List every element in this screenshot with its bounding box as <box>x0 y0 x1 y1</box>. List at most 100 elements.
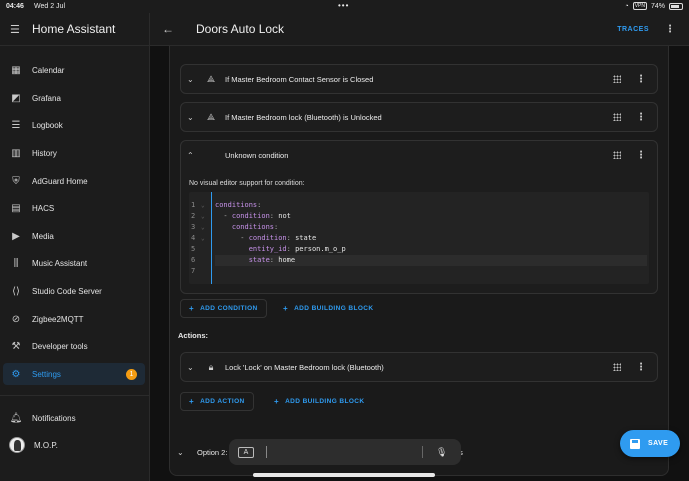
sidebar-item-label: Zigbee2MQTT <box>32 314 84 324</box>
sidebar-item-calendar[interactable]: ▦ Calendar <box>3 59 145 81</box>
back-arrow-icon[interactable]: ← <box>162 22 176 36</box>
code-line[interactable]: conditions: <box>215 200 647 211</box>
status-bar: 04:46 Wed 2 Jul ••• ◔ VPN 74% <box>0 0 689 13</box>
option-card: ⌄ ⟁ If Master Bedroom Contact Sensor is … <box>169 46 669 476</box>
fold-icon: ⌄ <box>201 235 205 242</box>
sidebar-item-grafana[interactable]: ◩ Grafana <box>3 87 145 109</box>
page-header: ← Doors Auto Lock TRACES ⋮ <box>150 13 689 46</box>
code-line[interactable]: conditions: <box>215 222 647 233</box>
actions-heading: Actions: <box>178 331 208 340</box>
code-line[interactable] <box>215 266 647 277</box>
condition-title: If Master Bedroom lock (Bluetooth) is Un… <box>225 112 382 122</box>
sidebar-item-label: Media <box>32 231 54 241</box>
drag-handle-icon[interactable] <box>613 75 621 83</box>
hammer-icon: ⚒ <box>11 340 21 352</box>
editor-cursor-bar <box>211 192 212 284</box>
sidebar-item-media[interactable]: ▶ Media <box>3 225 145 247</box>
plus-icon: + <box>189 397 195 406</box>
format-text-button[interactable]: A <box>238 446 254 458</box>
fold-icon: ⌄ <box>201 224 205 231</box>
more-menu-icon[interactable]: ⋮ <box>665 24 675 35</box>
list-icon: ☰ <box>11 119 21 131</box>
microphone-icon[interactable]: 🎙︎ <box>436 447 447 458</box>
sidebar-item-settings[interactable]: ⚙ Settings 1 <box>3 363 145 385</box>
line-number: 4 ⌄ <box>191 234 205 242</box>
line-number: 2 ⌄ <box>191 212 205 220</box>
multitask-dots[interactable]: ••• <box>338 1 349 10</box>
chevron-up-icon[interactable]: ⌃ <box>187 151 197 160</box>
condition-row[interactable]: ⌄ ⟁ If Master Bedroom lock (Bluetooth) i… <box>180 102 658 132</box>
sidebar-item-adguard[interactable]: ⛨ AdGuard Home <box>3 170 145 192</box>
sidebar-item-studio-code-server[interactable]: ⟨⟩ Studio Code Server <box>3 280 145 302</box>
sidebar-item-zigbee2mqtt[interactable]: ⊘ Zigbee2MQTT <box>3 308 145 330</box>
user-name: M.O.P. <box>34 440 58 450</box>
chevron-down-icon[interactable]: ⌄ <box>177 448 187 457</box>
media-icon: ▶ <box>12 230 20 242</box>
chart-icon: ◩ <box>11 92 21 104</box>
add-condition-button[interactable]: + ADD CONDITION <box>180 299 267 318</box>
avatar <box>9 437 25 453</box>
add-condition-label: ADD CONDITION <box>200 305 258 312</box>
chevron-down-icon[interactable]: ⌄ <box>187 75 197 84</box>
page-title: Doors Auto Lock <box>196 22 285 36</box>
code-line[interactable]: - condition: not <box>215 211 647 222</box>
status-date: Wed 2 Jul <box>34 3 65 10</box>
sidebar-item-label: Logbook <box>32 120 63 130</box>
drag-handle-icon[interactable] <box>613 363 621 371</box>
add-building-block-button[interactable]: + ADD BUILDING BLOCK <box>274 392 365 411</box>
sidebar-item-label: Settings <box>32 369 61 379</box>
add-action-button[interactable]: + ADD ACTION <box>180 392 254 411</box>
text-input-toolbar: A 🎙︎ <box>229 439 461 465</box>
line-number: 7 <box>191 267 196 275</box>
code-line[interactable]: entity_id: person.m_o_p <box>215 244 647 255</box>
traces-button[interactable]: TRACES <box>617 26 649 33</box>
gear-icon: ⚙ <box>11 368 21 380</box>
device-condition-icon: ⟁ <box>206 111 216 122</box>
chevron-down-icon[interactable]: ⌄ <box>187 113 197 122</box>
drag-handle-icon[interactable] <box>613 151 621 159</box>
status-time: 04:46 <box>6 3 24 10</box>
home-indicator[interactable] <box>253 473 435 477</box>
sidebar-item-label: Developer tools <box>32 341 88 351</box>
row-menu-icon[interactable]: ⋮ <box>636 362 646 373</box>
line-number: 1 ⌄ <box>191 201 205 209</box>
app-title: Home Assistant <box>32 22 116 36</box>
action-title: Lock 'Lock' on Master Bedroom lock (Blue… <box>225 362 384 372</box>
sidebar-item-history[interactable]: ▥ History <box>3 142 145 164</box>
row-menu-icon[interactable]: ⋮ <box>636 112 646 123</box>
save-button[interactable]: SAVE <box>620 430 680 457</box>
action-row[interactable]: ⌄ 🔒︎ Lock 'Lock' on Master Bedroom lock … <box>180 352 658 382</box>
sidebar-item-notifications[interactable]: 🔔︎ Notifications <box>3 407 145 429</box>
condition-title: Unknown condition <box>225 150 289 160</box>
sidebar-item-label: History <box>32 148 57 158</box>
fold-icon: ⌄ <box>201 213 205 220</box>
library-icon: ⫼ <box>13 257 19 269</box>
row-menu-icon[interactable]: ⋮ <box>636 150 646 161</box>
battery-icon <box>669 2 683 10</box>
drag-handle-icon[interactable] <box>613 113 621 121</box>
bell-icon: 🔔︎ <box>9 412 23 424</box>
yaml-code-editor[interactable]: 1 ⌄ 2 ⌄ 3 ⌄ 4 ⌄ 5 6 7 conditions: - conditio… <box>189 192 649 284</box>
sidebar-divider <box>0 395 150 396</box>
chevron-down-icon[interactable]: ⌄ <box>187 363 197 372</box>
line-gutter: 1 ⌄ 2 ⌄ 3 ⌄ 4 ⌄ 5 6 7 <box>189 200 211 277</box>
plus-icon: + <box>283 304 289 313</box>
sidebar-item-hacs[interactable]: ▤ HACS <box>3 197 145 219</box>
zigbee-icon: ⊘ <box>11 313 21 325</box>
sidebar-item-user[interactable]: M.O.P. <box>3 434 145 456</box>
sidebar-item-developer-tools[interactable]: ⚒ Developer tools <box>3 335 145 357</box>
menu-collapse-icon[interactable]: ☰ <box>10 23 24 36</box>
fold-icon: ⌄ <box>201 202 205 209</box>
code-line[interactable]: - condition: state <box>215 233 647 244</box>
update-badge: 1 <box>126 368 137 380</box>
sidebar-item-logbook[interactable]: ☰ Logbook <box>3 114 145 136</box>
sidebar-header: ☰ Home Assistant <box>0 13 149 46</box>
sidebar-item-music-assistant[interactable]: ⫼ Music Assistant <box>3 252 145 274</box>
row-menu-icon[interactable]: ⋮ <box>636 74 646 85</box>
sidebar-item-label: Calendar <box>32 65 65 75</box>
save-disk-icon <box>630 438 640 449</box>
condition-row[interactable]: ⌄ ⟁ If Master Bedroom Contact Sensor is … <box>180 64 658 94</box>
code-lines[interactable]: conditions: - condition: not conditions:… <box>215 200 647 277</box>
code-line-active[interactable]: state: home <box>215 255 647 266</box>
add-building-block-button[interactable]: + ADD BUILDING BLOCK <box>283 299 374 318</box>
